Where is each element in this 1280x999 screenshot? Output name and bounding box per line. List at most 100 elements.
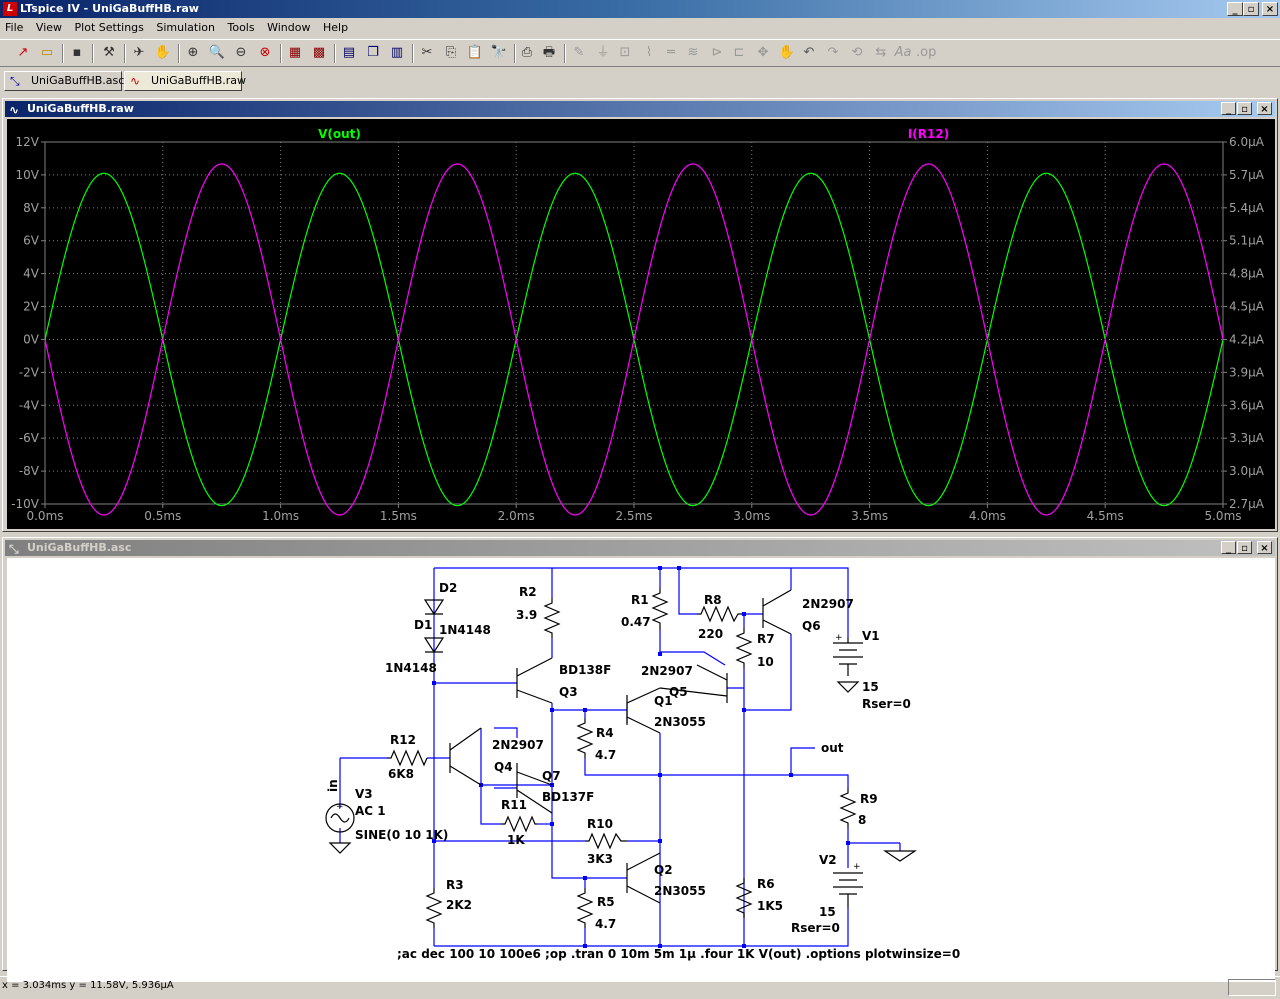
- schematic-close-button[interactable]: ×: [1257, 541, 1272, 554]
- schematic-minimize-button[interactable]: _: [1221, 541, 1236, 554]
- new-schematic-icon[interactable]: ↗: [14, 44, 32, 62]
- component-icon[interactable]: ⊏: [730, 44, 748, 62]
- y-left-tick-label: 12V: [16, 135, 40, 149]
- drag-icon[interactable]: ✋: [778, 44, 796, 62]
- components: [325, 588, 917, 928]
- legend-entry-0: V(out): [318, 127, 361, 141]
- undo-icon[interactable]: ↶: [800, 44, 818, 62]
- menu-plot-settings[interactable]: Plot Settings: [70, 19, 148, 34]
- copy-icon[interactable]: ⎘: [442, 44, 460, 62]
- label-Q2: Q2: [654, 863, 673, 877]
- label-V3: V3: [355, 787, 373, 801]
- move-icon[interactable]: ✥: [754, 44, 772, 62]
- control-panel-icon[interactable]: ⚒: [100, 44, 118, 62]
- spice-directives[interactable]: ;ac dec 100 10 100e6 ;op .tran 0 10m 5m …: [397, 947, 960, 961]
- find-icon[interactable]: 🔭: [490, 44, 508, 62]
- menu-bar: File View Plot Settings Simulation Tools…: [0, 19, 1280, 38]
- app-title: LTspice IV - UniGaBuffHB.raw: [20, 2, 199, 15]
- plot-pane[interactable]: 12V 10V 8V 6V 4V 2V 0V -2V -4V -6V -8V -10V 6.0µA 5.…: [7, 119, 1275, 529]
- paste-icon[interactable]: 📋: [466, 44, 484, 62]
- y-right-tick-label: 3.3µA: [1229, 431, 1265, 445]
- toolbar-separator: [564, 44, 566, 63]
- label-R8-value: 220: [698, 627, 723, 641]
- label-R1-value: 0.47: [621, 615, 651, 629]
- schematic-maximize-button[interactable]: ▫: [1237, 541, 1252, 554]
- schematic-icon: ⤡: [10, 74, 20, 88]
- label-R3-value: 2K2: [446, 898, 472, 912]
- tab-schematic[interactable]: ⤡ UniGaBuffHB.asc: [4, 71, 124, 91]
- y-right-tick-label: 6.0µA: [1229, 135, 1265, 149]
- label-V1-value: 15: [862, 680, 879, 694]
- y-axis-right: 6.0µA 5.7µA 5.4µA 5.1µA 4.8µA 4.5µA 4.2µA 3.9µA…: [1229, 135, 1265, 511]
- run-icon[interactable]: ✈: [130, 44, 148, 62]
- menu-file[interactable]: File: [0, 19, 27, 34]
- plot-maximize-button[interactable]: ▫: [1237, 102, 1252, 115]
- plot-close-button[interactable]: ×: [1257, 102, 1272, 115]
- label-V2-value: 15: [819, 905, 836, 919]
- menu-tools[interactable]: Tools: [222, 19, 258, 34]
- y-left-tick-label: 6V: [23, 234, 40, 248]
- tab-waveform[interactable]: ∿ UniGaBuffHB.raw: [124, 71, 246, 91]
- menu-view[interactable]: View: [31, 19, 66, 34]
- label-net-icon[interactable]: ⊡: [616, 44, 634, 62]
- label-R6: R6: [757, 877, 775, 891]
- x-tick-label: 0.0ms: [26, 509, 63, 523]
- label-Q5: Q5: [669, 685, 688, 699]
- zoom-area-icon[interactable]: ⊕: [184, 44, 202, 62]
- label-Q2-model: 2N3055: [654, 884, 706, 898]
- menu-window[interactable]: Window: [262, 19, 314, 34]
- menu-simulation[interactable]: Simulation: [151, 19, 219, 34]
- label-D2-model: 1N4148: [385, 661, 437, 675]
- label-Q7-model: BD137F: [542, 790, 594, 804]
- x-axis: 0.0ms 0.5ms 1.0ms 1.5ms 2.0ms 2.5ms 3.0ms 3.5ms…: [26, 509, 1241, 523]
- zoom-out-icon[interactable]: ⊖: [232, 44, 250, 62]
- label-V1-rser: Rser=0: [862, 697, 911, 711]
- x-tick-label: 5.0ms: [1204, 509, 1241, 523]
- wire-icon[interactable]: ✎: [570, 44, 588, 62]
- resistor-icon[interactable]: ⌇: [640, 44, 658, 62]
- status-bar: x = 3.034ms y = 11.58V, 5.936µA: [0, 976, 1280, 999]
- print-preview-icon[interactable]: ⎙: [518, 44, 536, 62]
- minimize-button[interactable]: _: [1227, 2, 1243, 16]
- y-right-tick-label: 3.0µA: [1229, 464, 1265, 478]
- maximize-button[interactable]: ▫: [1243, 2, 1259, 16]
- pan-icon[interactable]: 🔍: [208, 44, 226, 62]
- tile-horizontal-icon[interactable]: ▤: [340, 44, 358, 62]
- zoom-fit-icon[interactable]: ⊗: [256, 44, 274, 62]
- spice-directive-icon[interactable]: .op: [916, 44, 936, 62]
- chart-grid: [41, 141, 1227, 508]
- x-tick-label: 1.0ms: [262, 509, 299, 523]
- open-folder-icon[interactable]: ▭: [38, 44, 56, 62]
- label-R8: R8: [704, 593, 722, 607]
- label-R11: R11: [501, 798, 527, 812]
- redo-icon[interactable]: ↷: [824, 44, 842, 62]
- y-left-tick-label: 8V: [23, 201, 40, 215]
- cascade-icon[interactable]: ❐: [364, 44, 382, 62]
- rotate-icon[interactable]: ⟲: [848, 44, 866, 62]
- schematic-canvas[interactable]: D2 D1 1N4148 1N4148 R2 3.9 R1 0.47 R8 22…: [7, 558, 1275, 982]
- schematic-drawing[interactable]: D2 D1 1N4148 1N4148 R2 3.9 R1 0.47 R8 22…: [7, 558, 1275, 982]
- ground-icon[interactable]: ⏚: [594, 44, 612, 62]
- cursor-readout: x = 3.034ms y = 11.58V, 5.936µA: [2, 980, 174, 991]
- print-icon[interactable]: 🖶: [540, 44, 558, 62]
- save-icon[interactable]: ▪: [68, 44, 86, 62]
- label-V3-ac: AC 1: [355, 804, 386, 818]
- diode-icon[interactable]: ⊳: [708, 44, 726, 62]
- mirror-icon[interactable]: ⇆: [872, 44, 890, 62]
- capacitor-icon[interactable]: ═: [662, 44, 680, 62]
- autorange-icon[interactable]: ▦: [286, 44, 304, 62]
- waveform-icon: ∿: [130, 74, 141, 88]
- grid-icon[interactable]: ▩: [310, 44, 328, 62]
- y-left-tick-label: 0V: [23, 332, 40, 346]
- cut-icon[interactable]: ✂: [418, 44, 436, 62]
- text-icon[interactable]: Aa: [894, 44, 912, 62]
- close-button[interactable]: ×: [1262, 2, 1278, 16]
- plot-minimize-button[interactable]: _: [1221, 102, 1236, 115]
- x-tick-label: 3.0ms: [733, 509, 770, 523]
- waveform-chart[interactable]: 12V10V8V6V4V2V0V-2V-4V-6V-8V-10V 6.0µA5.…: [7, 119, 1275, 529]
- inductor-icon[interactable]: ≋: [684, 44, 702, 62]
- halt-icon[interactable]: ✋: [154, 44, 172, 62]
- tile-vertical-icon[interactable]: ▥: [388, 44, 406, 62]
- waveform-icon: ∿: [9, 103, 20, 117]
- menu-help[interactable]: Help: [318, 19, 352, 34]
